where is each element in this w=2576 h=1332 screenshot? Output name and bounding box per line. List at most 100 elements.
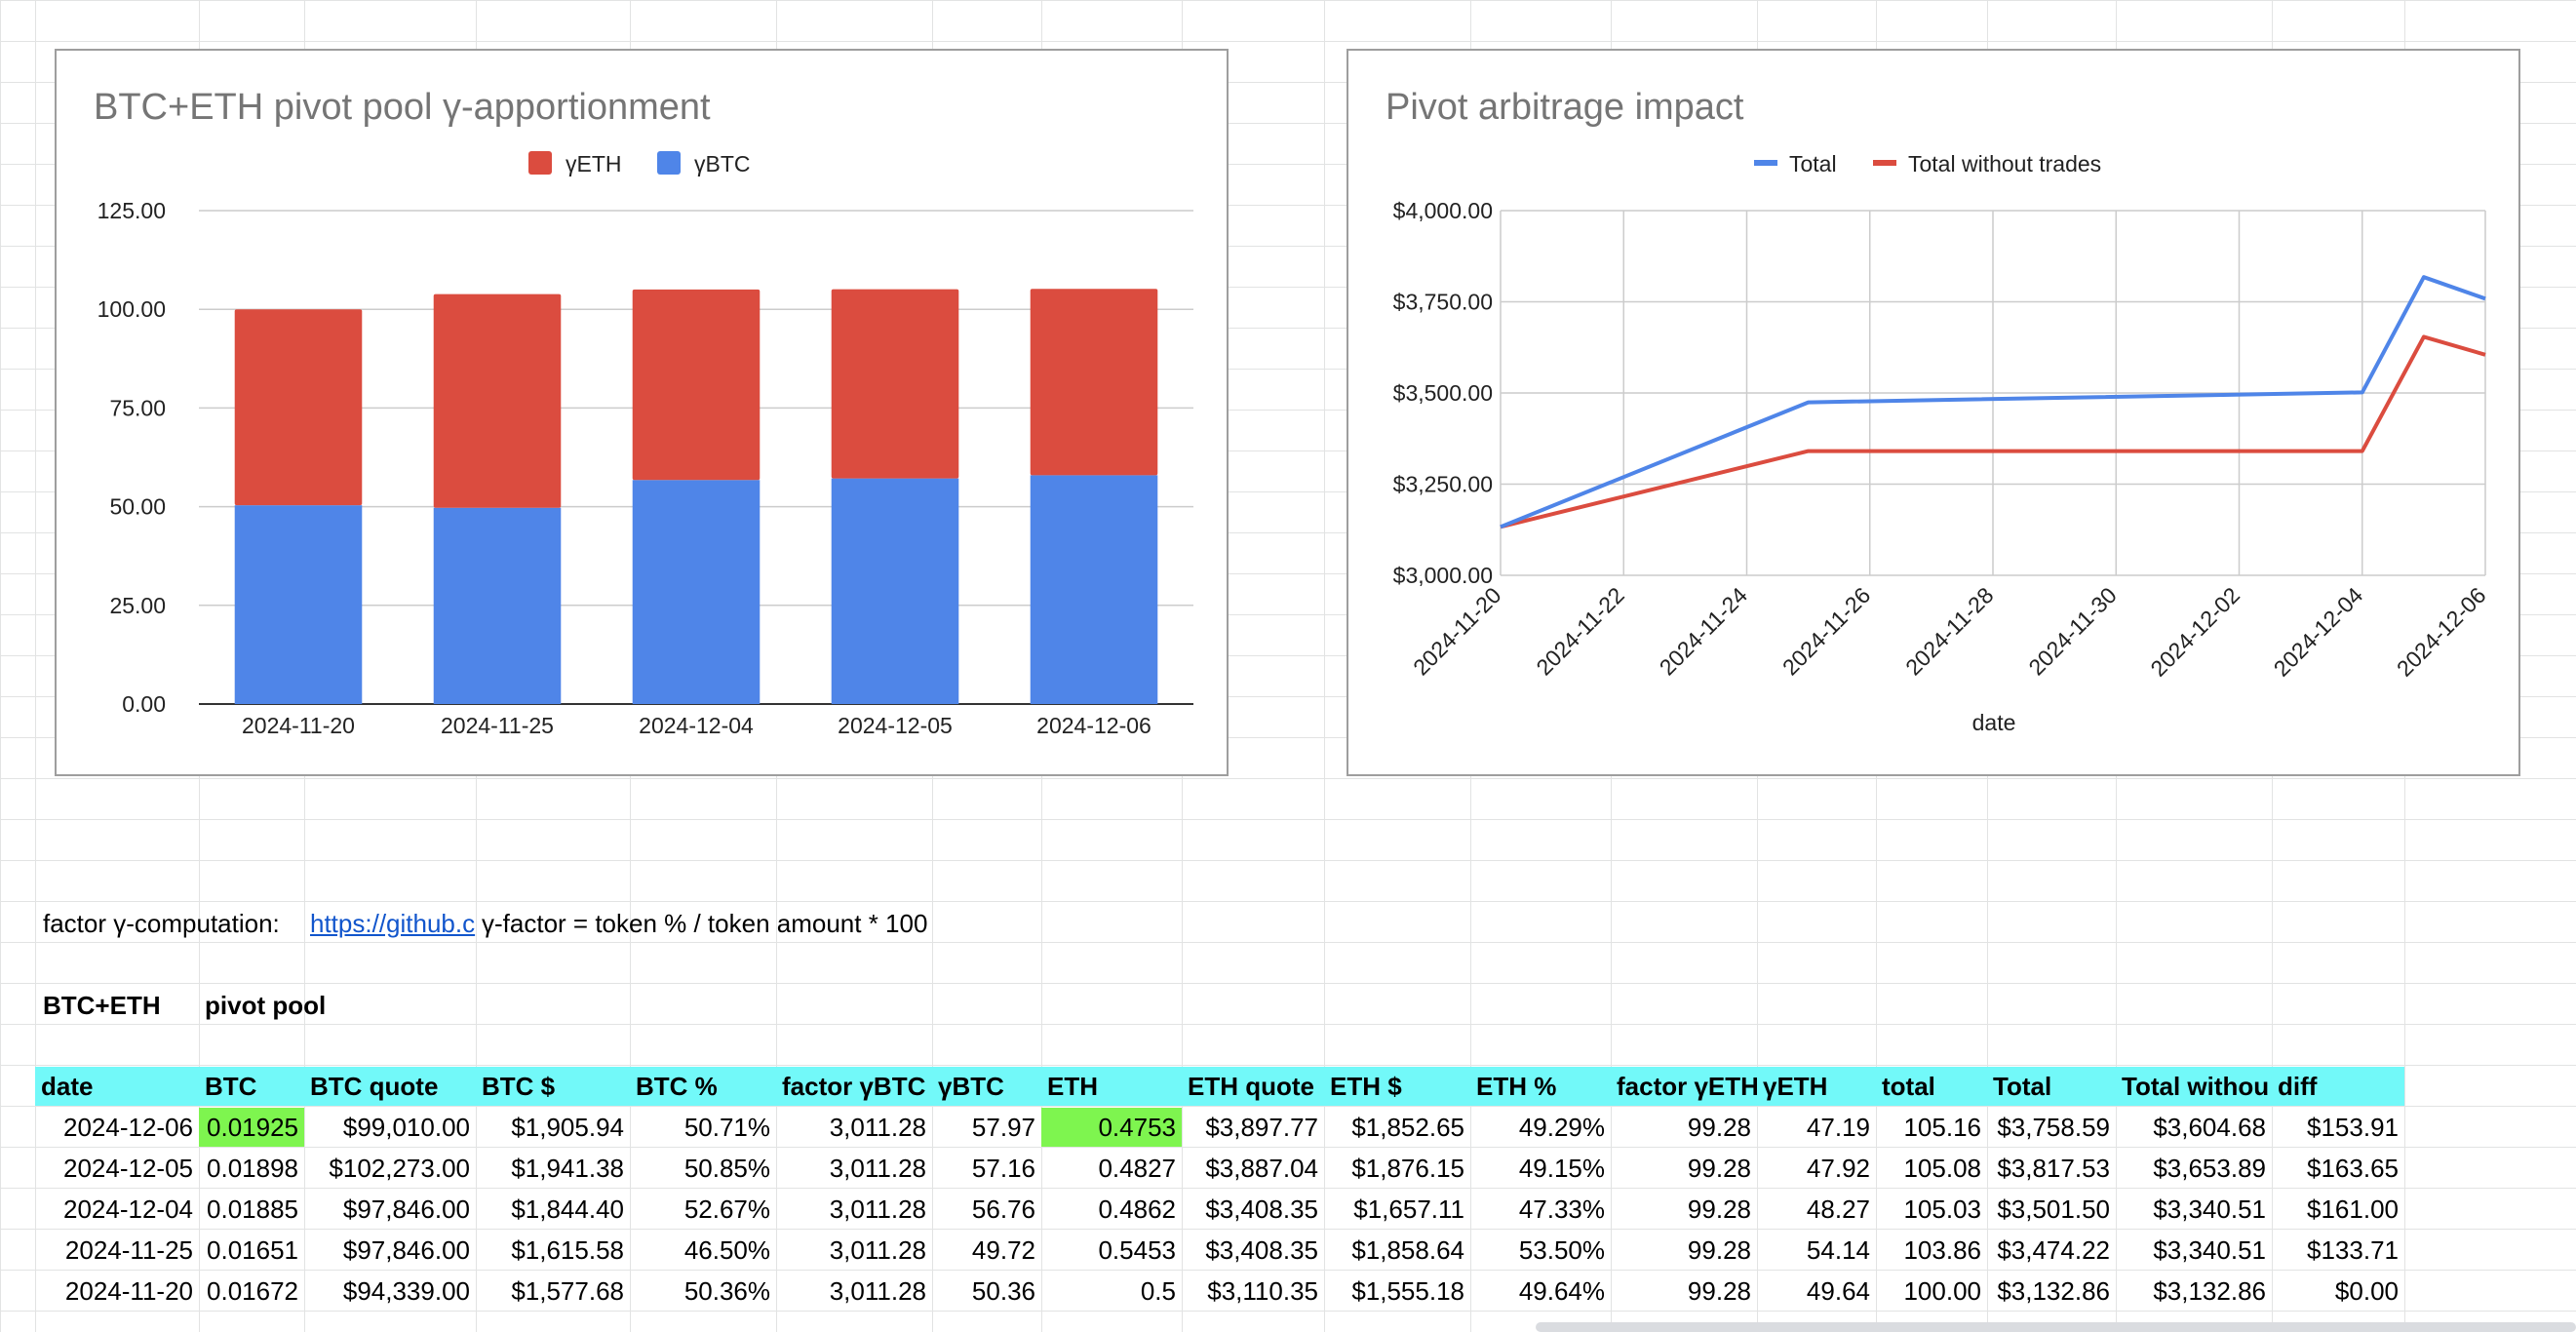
column-header[interactable]: factor γBTC <box>776 1067 932 1106</box>
table-cell[interactable]: 52.67% <box>630 1190 776 1229</box>
bar-gamma-eth[interactable] <box>234 309 363 506</box>
table-cell[interactable]: 49.29% <box>1470 1108 1611 1147</box>
table-cell[interactable]: $3,758.59 <box>1987 1108 2116 1147</box>
table-cell[interactable]: 49.64 <box>1757 1272 1876 1311</box>
table-cell[interactable]: 2024-12-05 <box>35 1149 199 1188</box>
table-cell[interactable]: 49.72 <box>932 1231 1041 1270</box>
table-cell[interactable]: 50.85% <box>630 1149 776 1188</box>
table-cell[interactable]: $1,577.68 <box>476 1272 630 1311</box>
table-cell[interactable]: 0.01898 <box>199 1149 304 1188</box>
table-cell[interactable]: 3,011.28 <box>776 1190 932 1229</box>
column-header[interactable]: γETH <box>1757 1067 1876 1106</box>
table-cell[interactable]: $1,905.94 <box>476 1108 630 1147</box>
table-cell[interactable]: $1,844.40 <box>476 1190 630 1229</box>
table-cell[interactable]: $3,340.51 <box>2116 1231 2272 1270</box>
table-cell[interactable]: 0.4827 <box>1041 1149 1182 1188</box>
table-cell[interactable]: 99.28 <box>1611 1231 1757 1270</box>
table-cell[interactable]: 47.92 <box>1757 1149 1876 1188</box>
bar-gamma-btc[interactable] <box>632 480 761 704</box>
table-cell[interactable]: $1,941.38 <box>476 1149 630 1188</box>
column-header[interactable]: γBTC <box>932 1067 1041 1106</box>
bar-gamma-eth[interactable] <box>1030 289 1158 476</box>
table-cell[interactable]: $97,846.00 <box>304 1231 476 1270</box>
table-cell[interactable]: 56.76 <box>932 1190 1041 1229</box>
table-cell[interactable]: $97,846.00 <box>304 1190 476 1229</box>
table-cell[interactable]: $3,110.35 <box>1182 1272 1324 1311</box>
table-cell[interactable]: 99.28 <box>1611 1149 1757 1188</box>
column-header[interactable]: BTC $ <box>476 1067 630 1106</box>
table-cell[interactable]: 2024-12-06 <box>35 1108 199 1147</box>
table-cell[interactable]: $3,817.53 <box>1987 1149 2116 1188</box>
table-cell[interactable]: 103.86 <box>1876 1231 1987 1270</box>
table-cell[interactable]: 0.01885 <box>199 1190 304 1229</box>
table-cell[interactable]: 2024-11-25 <box>35 1231 199 1270</box>
table-cell[interactable]: 2024-11-20 <box>35 1272 199 1311</box>
arbitrage-impact-chart[interactable]: Pivot arbitrage impact $3,000.00 $3,250.0… <box>1347 49 2520 776</box>
table-cell[interactable]: $3,501.50 <box>1987 1190 2116 1229</box>
bar-gamma-eth[interactable] <box>831 289 959 479</box>
table-cell[interactable]: $1,852.65 <box>1324 1108 1470 1147</box>
column-header[interactable]: date <box>35 1067 199 1106</box>
table-cell[interactable]: $153.91 <box>2272 1108 2404 1147</box>
table-cell[interactable]: $94,339.00 <box>304 1272 476 1311</box>
table-cell[interactable]: 47.19 <box>1757 1108 1876 1147</box>
bar-gamma-eth[interactable] <box>632 289 761 481</box>
table-cell[interactable]: 99.28 <box>1611 1272 1757 1311</box>
table-cell[interactable]: 105.03 <box>1876 1190 1987 1229</box>
table-cell[interactable]: 50.71% <box>630 1108 776 1147</box>
table-cell[interactable]: $99,010.00 <box>304 1108 476 1147</box>
column-header[interactable]: Total <box>1987 1067 2116 1106</box>
table-cell[interactable]: 49.64% <box>1470 1272 1611 1311</box>
table-cell[interactable]: $3,408.35 <box>1182 1190 1324 1229</box>
column-header[interactable]: factor γETH <box>1611 1067 1757 1106</box>
table-cell[interactable]: 46.50% <box>630 1231 776 1270</box>
table-cell[interactable]: 0.5453 <box>1041 1231 1182 1270</box>
table-cell[interactable]: $102,273.00 <box>304 1149 476 1188</box>
table-cell[interactable]: 0.01672 <box>199 1272 304 1311</box>
table-cell[interactable]: $163.65 <box>2272 1149 2404 1188</box>
table-cell[interactable]: 0.4862 <box>1041 1190 1182 1229</box>
bar-gamma-btc[interactable] <box>433 507 562 704</box>
column-header[interactable]: total <box>1876 1067 1987 1106</box>
bar-gamma-eth[interactable] <box>433 294 562 508</box>
table-cell[interactable]: 48.27 <box>1757 1190 1876 1229</box>
table-cell[interactable]: 99.28 <box>1611 1108 1757 1147</box>
table-cell[interactable]: 57.16 <box>932 1149 1041 1188</box>
bar-gamma-btc[interactable] <box>234 505 363 704</box>
table-cell[interactable]: $1,858.64 <box>1324 1231 1470 1270</box>
github-link[interactable]: https://github.c <box>304 904 476 943</box>
bar-gamma-btc[interactable] <box>1030 475 1158 704</box>
table-cell[interactable]: 2024-12-04 <box>35 1190 199 1229</box>
table-cell[interactable]: 0.4753 <box>1041 1108 1182 1147</box>
table-cell[interactable]: $1,657.11 <box>1324 1190 1470 1229</box>
table-cell[interactable]: $3,887.04 <box>1182 1149 1324 1188</box>
table-cell[interactable]: 0.01925 <box>199 1108 304 1147</box>
table-cell[interactable]: 105.16 <box>1876 1108 1987 1147</box>
bar-gamma-btc[interactable] <box>831 478 959 704</box>
table-cell[interactable]: $1,555.18 <box>1324 1272 1470 1311</box>
table-cell[interactable]: 3,011.28 <box>776 1231 932 1270</box>
table-cell[interactable]: $1,876.15 <box>1324 1149 1470 1188</box>
table-cell[interactable]: 3,011.28 <box>776 1272 932 1311</box>
column-header[interactable]: Total withou <box>2116 1067 2272 1106</box>
table-cell[interactable]: $3,340.51 <box>2116 1190 2272 1229</box>
table-cell[interactable]: 0.01651 <box>199 1231 304 1270</box>
column-header[interactable]: ETH $ <box>1324 1067 1470 1106</box>
table-cell[interactable]: $3,897.77 <box>1182 1108 1324 1147</box>
table-cell[interactable]: 3,011.28 <box>776 1149 932 1188</box>
column-header[interactable]: ETH % <box>1470 1067 1611 1106</box>
table-cell[interactable]: $161.00 <box>2272 1190 2404 1229</box>
table-cell[interactable]: 57.97 <box>932 1108 1041 1147</box>
column-header[interactable]: BTC quote <box>304 1067 476 1106</box>
table-cell[interactable]: 47.33% <box>1470 1190 1611 1229</box>
table-cell[interactable]: 53.50% <box>1470 1231 1611 1270</box>
column-header[interactable]: BTC <box>199 1067 304 1106</box>
horizontal-scrollbar[interactable] <box>1536 1322 2576 1332</box>
table-cell[interactable]: $133.71 <box>2272 1231 2404 1270</box>
table-cell[interactable]: $3,474.22 <box>1987 1231 2116 1270</box>
table-cell[interactable]: $3,408.35 <box>1182 1231 1324 1270</box>
gamma-apportionment-chart[interactable]: BTC+ETH pivot pool γ-apportionment 0.00 2… <box>55 49 1229 776</box>
column-header[interactable]: diff <box>2272 1067 2404 1106</box>
table-cell[interactable]: $3,604.68 <box>2116 1108 2272 1147</box>
table-cell[interactable]: 49.15% <box>1470 1149 1611 1188</box>
